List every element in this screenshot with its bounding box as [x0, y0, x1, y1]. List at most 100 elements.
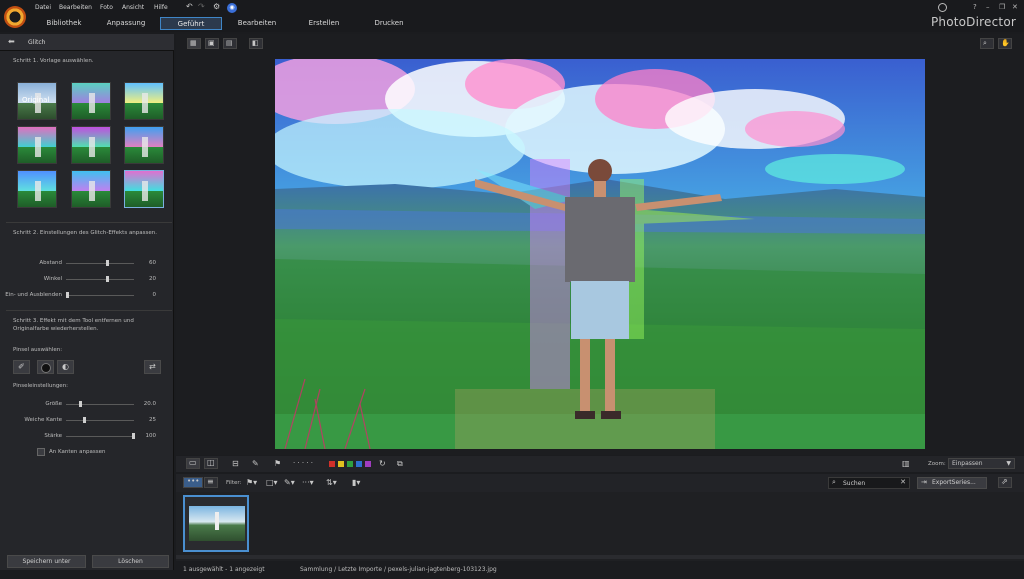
save-as-button[interactable]: Speichern unter: [7, 555, 86, 568]
filter-flag-icon[interactable]: ⚑▾: [246, 479, 257, 487]
template-8[interactable]: [71, 170, 111, 208]
menu-foto[interactable]: Foto: [100, 4, 113, 11]
update-icon[interactable]: ◉: [227, 3, 237, 13]
magnifier-icon: ⌕: [983, 39, 987, 47]
rotate-icon[interactable]: ↻: [379, 460, 386, 468]
view-mode-3-button[interactable]: ▤: [223, 38, 237, 49]
template-9-selected[interactable]: [124, 170, 164, 208]
photodirector-window: Datei Bearbeiten Foto Ansicht Hilfe ↶ ↷ …: [0, 0, 1024, 579]
rating-dots[interactable]: · · · · ·: [293, 460, 313, 467]
brush-slider-track[interactable]: [66, 436, 134, 437]
restore-brush-icon: ◐: [62, 362, 69, 371]
settings-gear-icon[interactable]: ⚙: [213, 3, 220, 11]
restore-icon[interactable]: ❐: [999, 3, 1005, 11]
undo-icon[interactable]: ↶: [186, 3, 193, 11]
tab-gefuehrt[interactable]: Geführt: [160, 17, 222, 30]
brush-slider-track[interactable]: [66, 404, 134, 405]
brush-slider-knob[interactable]: [132, 433, 135, 439]
template-3[interactable]: [124, 82, 164, 120]
menu-hilfe[interactable]: Hilfe: [154, 4, 168, 11]
glitch-slider-knob[interactable]: [106, 260, 109, 266]
list-icon: ≡: [207, 477, 214, 486]
selection-count: 1 ausgewählt - 1 angezeigt: [183, 566, 265, 573]
dual-view-icon: ◫: [207, 458, 215, 467]
layout-dropdown-icon[interactable]: ▥: [902, 460, 910, 468]
tab-bearbeiten[interactable]: Bearbeiten: [226, 17, 288, 30]
close-icon[interactable]: ✕: [1012, 3, 1018, 11]
panel-header: ⬅ Glitch: [0, 34, 174, 51]
view-mode-2-button[interactable]: ▣: [205, 38, 219, 49]
compare-button[interactable]: ◧: [249, 38, 263, 49]
round-brush-button[interactable]: [37, 360, 54, 374]
tab-drucken[interactable]: Drucken: [358, 17, 420, 30]
view-mode-1-button[interactable]: ▦: [187, 38, 201, 49]
glitch-slider-track[interactable]: [66, 279, 134, 280]
brush-slider-knob[interactable]: [83, 417, 86, 423]
filmstrip-thumbnail[interactable]: [183, 495, 249, 552]
stack-icon[interactable]: ⊟: [232, 460, 239, 468]
filter-bar: ••• ≡ Filter: ⚑▾ □▾ ✎▾ ···▾ ⇅▾ ▮▾ ⌕ Such…: [176, 474, 1024, 492]
search-icon: ⌕: [832, 478, 836, 486]
filter-rating-icon[interactable]: ···▾: [302, 479, 314, 487]
color-label-red[interactable]: [329, 461, 335, 467]
swap-brush-button[interactable]: ⇄: [144, 360, 161, 374]
glitch-slider-knob[interactable]: [106, 276, 109, 282]
stack-select-icon[interactable]: ▮▾: [352, 479, 360, 487]
tab-bibliothek[interactable]: Bibliothek: [33, 17, 95, 30]
pan-tool-button[interactable]: ✋: [998, 38, 1012, 49]
sort-icon[interactable]: ⇅▾: [326, 479, 337, 487]
color-label-green[interactable]: [347, 461, 353, 467]
template-6[interactable]: [124, 126, 164, 164]
redo-icon[interactable]: ↷: [198, 3, 205, 11]
filmstrip-scrollbar[interactable]: [176, 555, 1024, 559]
flag-icon[interactable]: ⚑: [274, 460, 281, 468]
template-2[interactable]: [71, 82, 111, 120]
hand-icon: ✋: [1001, 39, 1010, 47]
restore-brush-button[interactable]: ◐: [57, 360, 74, 374]
chevron-down-icon: ▼: [1006, 460, 1011, 467]
glitch-slider-track[interactable]: [66, 295, 134, 296]
filter-pen-icon[interactable]: ✎▾: [284, 479, 295, 487]
account-icon[interactable]: [938, 3, 947, 12]
file-path: Sammlung / Letzte Importe / pexels-julia…: [300, 566, 497, 573]
menu-datei[interactable]: Datei: [35, 4, 51, 11]
menu-bearbeiten[interactable]: Bearbeiten: [59, 4, 92, 11]
zoom-select[interactable]: Einpassen ▼: [948, 458, 1015, 469]
filter-square-icon[interactable]: □▾: [266, 479, 278, 487]
original-label: Original: [22, 96, 50, 104]
eraser-brush-button[interactable]: ✐: [13, 360, 30, 374]
delete-button[interactable]: Löschen: [92, 555, 169, 568]
glitch-slider-knob[interactable]: [66, 292, 69, 298]
export-series-button[interactable]: ⇥ ExportSeries...: [917, 477, 987, 489]
zoom-tool-button[interactable]: ⌕: [980, 38, 994, 49]
clear-search-icon[interactable]: ✕: [900, 479, 906, 486]
color-label-blue[interactable]: [356, 461, 362, 467]
help-icon[interactable]: ?: [973, 3, 977, 11]
brush-slider-knob[interactable]: [79, 401, 82, 407]
brush-slider-track[interactable]: [66, 420, 134, 421]
template-7[interactable]: [17, 170, 57, 208]
menu-ansicht[interactable]: Ansicht: [122, 4, 144, 11]
back-arrow-icon[interactable]: ⬅: [8, 38, 15, 46]
list-toggle[interactable]: ≡: [204, 477, 218, 488]
dots-grid-icon: •••: [187, 477, 200, 485]
template-original[interactable]: Original: [17, 82, 57, 120]
tab-erstellen[interactable]: Erstellen: [293, 17, 355, 30]
minimize-icon[interactable]: –: [986, 3, 990, 11]
share-button[interactable]: ⇗: [998, 477, 1012, 488]
search-input[interactable]: ⌕ Suchen ✕: [828, 477, 910, 489]
image-view-icon: ▣: [208, 39, 215, 47]
edit-pencil-icon[interactable]: ✎: [252, 460, 259, 468]
grid-list-toggle[interactable]: •••: [183, 477, 203, 488]
color-label-purple[interactable]: [365, 461, 371, 467]
dual-view-button[interactable]: ◫: [204, 458, 218, 469]
edge-checkbox[interactable]: [37, 448, 45, 456]
glitch-slider-track[interactable]: [66, 263, 134, 264]
single-view-button[interactable]: ▭: [186, 458, 200, 469]
display-icon[interactable]: ⧉: [397, 460, 403, 468]
color-label-yellow[interactable]: [338, 461, 344, 467]
glitch-photo[interactable]: [275, 59, 925, 449]
template-4[interactable]: [17, 126, 57, 164]
tab-anpassung[interactable]: Anpassung: [95, 17, 157, 30]
template-5[interactable]: [71, 126, 111, 164]
